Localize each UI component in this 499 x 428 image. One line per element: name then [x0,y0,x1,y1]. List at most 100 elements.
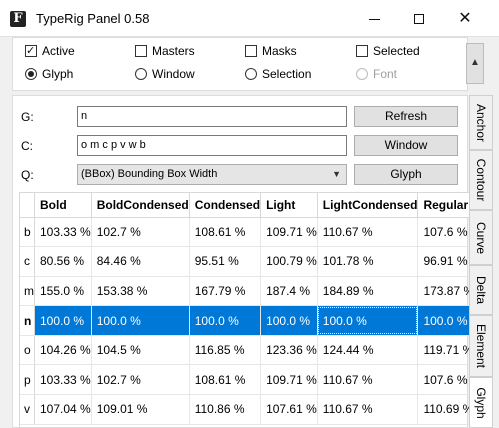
table-cell[interactable]: 103.33 % [34,364,92,396]
checkbox-box[interactable] [135,45,147,57]
row-header[interactable]: b [20,217,35,248]
radio-dot[interactable] [25,68,37,80]
table-row[interactable]: c 80.56 % 84.46 % 95.51 % 100.79 % 101.78 % 96… [20,246,469,277]
table-cell[interactable]: 107.6 % [417,217,469,248]
table-cell[interactable]: 109.71 % [260,217,318,248]
maximize-button[interactable] [397,0,441,37]
table-cell[interactable]: 110.86 % [189,394,262,425]
column-header[interactable]: Bold [34,193,92,218]
tab-glyph[interactable]: Glyph [469,377,493,428]
maximize-icon [414,14,424,25]
table-cell[interactable]: 119.71 % [417,335,469,366]
tab-element[interactable]: Element [469,315,493,377]
column-header[interactable]: Light [260,193,318,218]
table-cell[interactable]: 80.56 % [34,246,92,277]
checkbox-box[interactable] [245,45,257,57]
table-cell[interactable]: 110.69 % [417,394,469,425]
checkbox-box[interactable] [356,45,368,57]
c-label: C: [21,139,33,153]
table-cell[interactable]: 100.79 % [260,246,318,277]
table-cell[interactable]: 123.36 % [260,335,318,366]
close-button[interactable]: ✕ [443,0,487,37]
glyph-button[interactable]: Glyph [354,164,458,185]
radio-dot[interactable] [135,68,147,80]
table-cell[interactable]: 100.0 % [317,305,419,336]
checkbox-label: Masks [262,44,297,58]
table-row[interactable]: o 104.26 % 104.5 % 116.85 % 123.36 % 124.44 %… [20,335,469,366]
tab-delta[interactable]: Delta [469,265,493,315]
table-cell[interactable]: 100.0 % [91,305,190,336]
column-header[interactable]: Condensed [189,193,262,218]
table-cell[interactable]: 104.26 % [34,335,92,366]
table-cell[interactable]: 107.04 % [34,394,92,425]
table-cell[interactable]: 100.0 % [189,305,262,336]
table-cell[interactable]: 110.67 % [317,364,419,396]
collapse-button[interactable]: ▲ [466,43,484,84]
column-header[interactable]: Regular [417,193,469,218]
table-row[interactable]: n 100.0 % 100.0 % 100.0 % 100.0 % 100.0 % 100.… [20,305,469,336]
query-select-value: (BBox) Bounding Box Width [81,168,218,180]
table-cell[interactable]: 102.7 % [91,217,190,248]
tab-label: Curve [474,221,488,254]
table-cell[interactable]: 153.38 % [91,276,190,307]
minimize-button[interactable] [352,0,396,37]
table-corner[interactable] [20,193,35,218]
window-button[interactable]: Window [354,135,458,156]
table-cell[interactable]: 109.71 % [260,364,318,396]
table-cell[interactable]: 107.6 % [417,364,469,396]
table-cell[interactable]: 110.67 % [317,394,419,425]
tab-label: Anchor [474,103,488,142]
tab-contour[interactable]: Contour [469,150,493,210]
radio-dot [356,68,368,80]
table-row[interactable]: p 103.33 % 102.7 % 108.61 % 109.71 % 110.67 %… [20,364,469,396]
table-cell[interactable]: 167.79 % [189,276,262,307]
row-header[interactable]: n [20,305,35,336]
table-cell[interactable]: 100.0 % [417,305,469,336]
row-header[interactable]: c [20,246,35,277]
checkbox-label: Active [42,44,75,58]
column-header[interactable]: LightCondensed [317,193,419,218]
table-cell[interactable]: 108.61 % [189,364,262,396]
table-cell[interactable]: 116.85 % [189,335,262,366]
column-header[interactable]: BoldCondensed [91,193,190,218]
query-select[interactable]: (BBox) Bounding Box Width ▼ [77,164,347,185]
table-cell[interactable]: 103.33 % [34,217,92,248]
table-row[interactable]: v 107.04 % 109.01 % 110.86 % 107.61 % 110.67 … [20,394,469,425]
refresh-button[interactable]: Refresh [354,106,458,127]
table-cell[interactable]: 110.67 % [317,217,419,248]
table-cell[interactable]: 84.46 % [91,246,190,277]
table-cell[interactable]: 173.87 % [417,276,469,307]
table-cell[interactable]: 100.0 % [34,305,92,336]
close-icon: ✕ [458,10,472,27]
row-header[interactable]: p [20,364,35,396]
radio-dot[interactable] [245,68,257,80]
row-header[interactable]: o [20,335,35,366]
checkbox-box[interactable] [25,43,37,59]
table-cell[interactable]: 124.44 % [317,335,419,366]
tab-anchor[interactable]: Anchor [469,95,493,150]
row-header[interactable]: m [20,276,35,307]
table-cell[interactable]: 100.0 % [260,305,318,336]
table-cell[interactable]: 107.61 % [260,394,318,425]
table-cell[interactable]: 104.5 % [91,335,190,366]
table-cell[interactable]: 187.4 % [260,276,318,307]
tab-label: Glyph [474,386,488,419]
row-header[interactable]: v [20,394,35,425]
compare-glyphs-input[interactable]: o m c p v w b [77,135,347,156]
table-row[interactable]: m 155.0 % 153.38 % 167.79 % 187.4 % 184.89 % 1… [20,276,469,307]
table-row[interactable]: b 103.33 % 102.7 % 108.61 % 109.71 % 110.67 %… [20,217,469,248]
table-cell[interactable]: 109.01 % [91,394,190,425]
table-cell[interactable]: 96.91 % [417,246,469,277]
table-cell[interactable]: 95.51 % [189,246,262,277]
table-cell[interactable]: 108.61 % [189,217,262,248]
radio-label: Font [373,67,398,81]
table-cell[interactable]: 102.7 % [91,364,190,396]
table-cell[interactable]: 184.89 % [317,276,419,307]
table-cell[interactable]: 101.78 % [317,246,419,277]
chevron-up-icon: ▲ [470,57,480,68]
metrics-table[interactable]: Bold BoldCondensed Condensed Light Light… [19,192,469,428]
tab-curve[interactable]: Curve [469,210,493,265]
glyph-input[interactable]: n [77,106,347,127]
q-label: Q: [21,168,34,182]
table-cell[interactable]: 155.0 % [34,276,92,307]
